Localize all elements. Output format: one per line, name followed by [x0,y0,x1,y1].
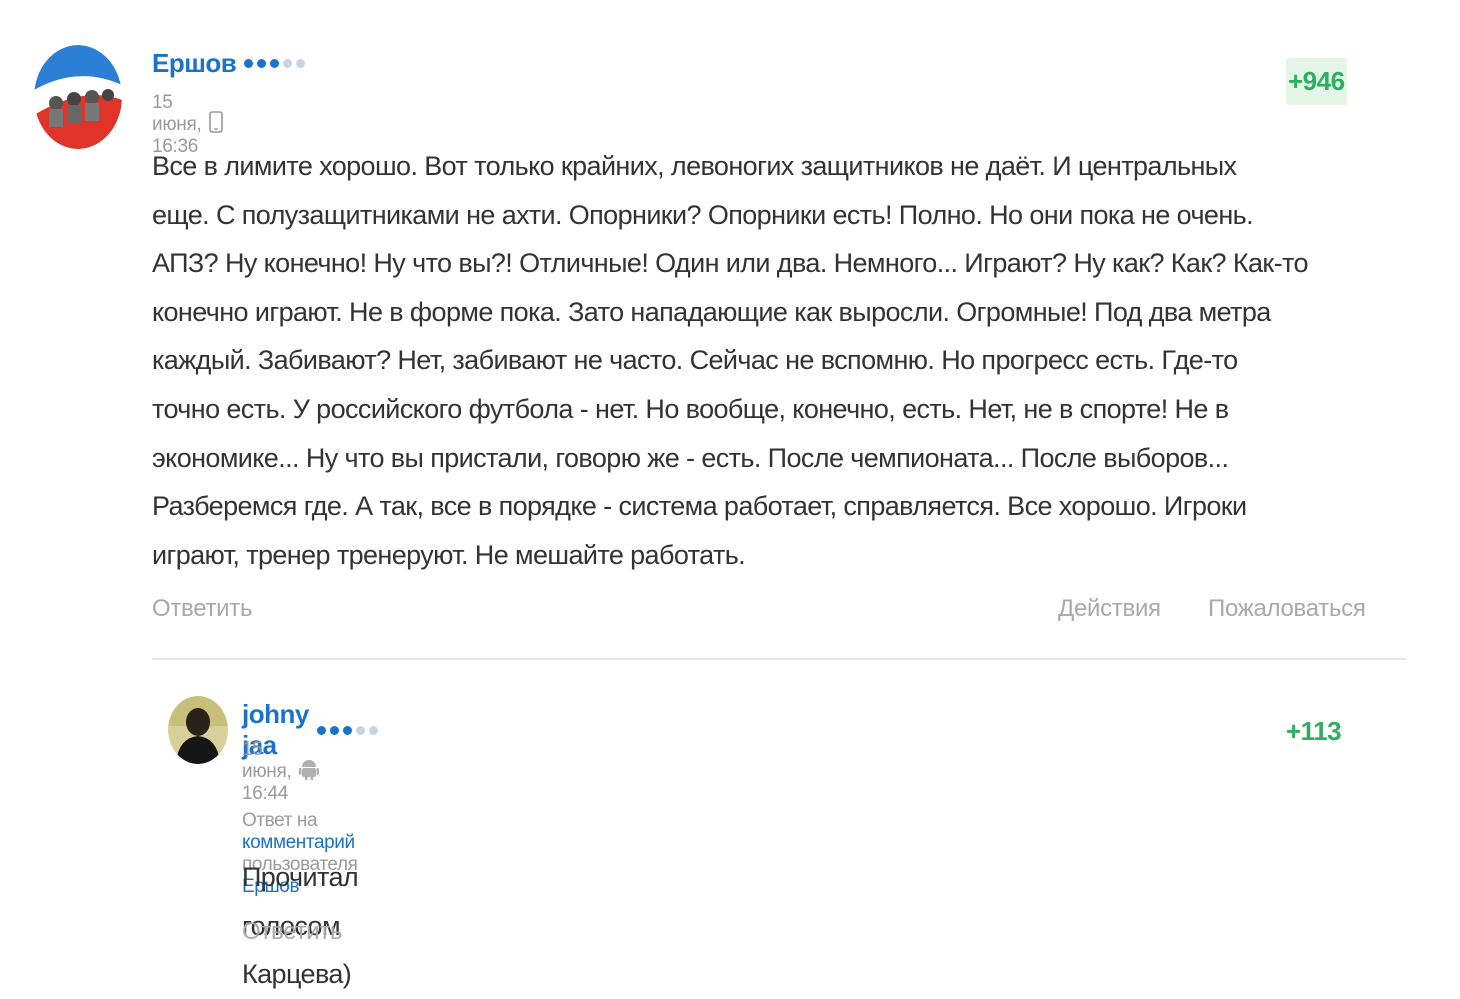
phone-icon [209,111,224,139]
comment-divider [152,658,1406,660]
comment-text-line: экономике... Ну что вы пристали, говорю … [152,442,1229,473]
report-button[interactable]: Пожаловаться [1208,595,1366,623]
reply-button[interactable]: Ответить [152,595,252,623]
user-level-dots [316,725,382,735]
level-dot [342,725,352,735]
author-line: Ершов [152,48,309,79]
level-dot [316,725,326,735]
avatar[interactable] [168,696,228,764]
level-dot [368,725,378,735]
comment-meta: 15 июня, 16:44 [242,739,320,805]
comment-text-line: точно есть. У российского футбола - нет.… [152,393,1229,424]
comment-rating[interactable]: +113 [1286,716,1342,747]
level-dot [283,59,293,68]
comment-text-line: каждый. Забивают? Нет, забивают не часто… [152,345,1238,376]
comment-text-line: Все в лимите хорошо. Вот только крайних,… [152,151,1237,181]
comment-text-line: АПЗ? Ну конечно! Ну что вы?! Отличные! О… [152,248,1308,279]
comment-text-line: еще. С полузащитниками не ахти. Опорники… [152,199,1254,230]
level-dot [329,725,339,735]
level-dot [244,59,254,68]
level-dot [270,59,280,68]
reply-to-prefix: Ответ на [242,810,318,831]
level-dot [355,725,365,735]
comment-text-line: Разберемся где. А так, все в порядке - с… [152,491,1247,522]
reply-button[interactable]: Ответить [242,918,342,946]
comment-date: 15 июня, 16:44 [242,739,292,804]
level-dot [257,59,267,68]
comment-text: Все в лимите хорошо. Вот только крайних,… [152,142,1422,579]
comment-rating[interactable]: +946 [1286,58,1347,105]
author-name[interactable]: Ершов [152,48,237,79]
avatar[interactable] [34,45,122,149]
comment-text-line: играют, тренер тренеруют. Не мешайте раб… [152,539,746,570]
avatar-image [34,45,122,149]
android-icon [299,758,320,786]
comment-text-line: конечно играют. Не в форме пока. Зато на… [152,296,1271,327]
level-dot [296,59,306,68]
avatar-image [168,696,228,764]
reply-to-comment-link[interactable]: комментарий [242,832,355,853]
actions-button[interactable]: Действия [1058,595,1161,623]
user-level-dots [244,59,309,68]
